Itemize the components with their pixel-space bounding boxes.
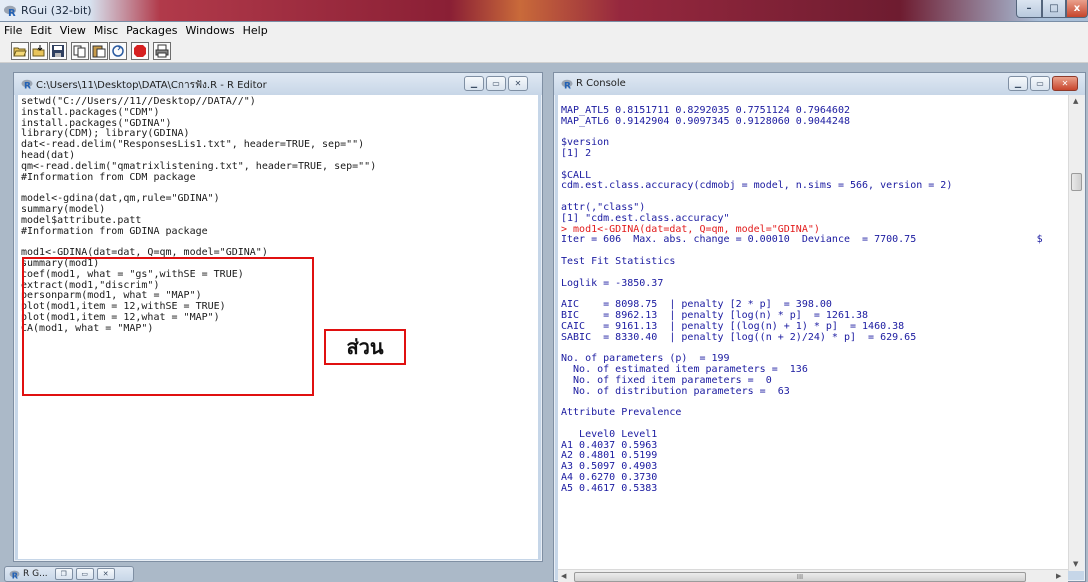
menu-bar: File Edit View Misc Packages Windows Hel…: [0, 22, 1088, 39]
paste-button[interactable]: [90, 41, 108, 60]
r-editor-window: R C:\Users\11\Desktop\DATA\Cการฟัง.R - R…: [13, 72, 543, 562]
save-button[interactable]: [49, 41, 67, 60]
console-line: MAP_ATL6 0.9142904 0.9097345 0.9128060 0…: [561, 115, 850, 127]
console-line: Level0 Level1: [561, 428, 658, 440]
save-icon: [52, 44, 64, 57]
console-line: No. of distribution parameters = 63: [561, 385, 790, 397]
r-logo-icon: R: [4, 5, 16, 17]
console-line: $version: [561, 137, 610, 149]
menu-packages[interactable]: Packages: [126, 24, 177, 37]
title-bar: R RGui (32-bit) – □ x: [0, 0, 1088, 22]
r-editor-window-controls: ▁ ▭ ✕: [464, 76, 528, 91]
paste-icon: [92, 45, 106, 57]
stop-icon: [134, 44, 146, 57]
minimized-window-label: R G...: [23, 569, 48, 579]
menu-help[interactable]: Help: [243, 24, 268, 37]
console-line: cdm.est.class.accuracy(cdmobj = model, n…: [561, 180, 953, 192]
editor-line: #Information from CDM package: [21, 171, 196, 183]
console-vertical-scroll-thumb[interactable]: [1071, 173, 1082, 191]
print-button[interactable]: [153, 41, 171, 60]
console-line: Loglik = -3850.37: [561, 277, 664, 289]
r-console-title: R Console: [576, 78, 626, 89]
close-button[interactable]: x: [1066, 0, 1088, 18]
editor-line: #Information from GDINA package: [21, 225, 208, 237]
editor-minimize-button[interactable]: ▁: [464, 76, 484, 91]
menu-view[interactable]: View: [60, 24, 86, 37]
editor-close-button[interactable]: ✕: [508, 76, 528, 91]
console-line: Test Fit Statistics: [561, 255, 676, 267]
menu-windows[interactable]: Windows: [186, 24, 235, 37]
console-maximize-button[interactable]: ▭: [1030, 76, 1050, 91]
svg-text:R: R: [8, 8, 16, 17]
open-script-icon: [13, 47, 27, 56]
window-title: RGui (32-bit): [21, 4, 92, 17]
console-line: CAIC = 9161.13 | penalty [(log(n) + 1) *…: [561, 320, 905, 332]
minimized-rgui-window[interactable]: R R G... ❐ ▭ ✕: [4, 566, 134, 582]
scroll-right-arrow-icon[interactable]: ▶: [1056, 572, 1061, 580]
menu-file[interactable]: File: [4, 24, 22, 37]
editor-maximize-button[interactable]: ▭: [486, 76, 506, 91]
svg-text:R: R: [564, 82, 571, 90]
minimize-button[interactable]: –: [1016, 0, 1042, 18]
console-close-button[interactable]: ✕: [1052, 76, 1078, 91]
console-vertical-scrollbar[interactable]: ▲ ▼: [1068, 95, 1084, 571]
highlight-box: [22, 257, 314, 396]
annotation-label: ส่วน: [324, 329, 406, 365]
scroll-down-arrow-icon[interactable]: ▼: [1073, 560, 1078, 568]
console-line: MAP_ATL5 0.8151711 0.8292035 0.7751124 0…: [561, 104, 850, 116]
close-button-minimized[interactable]: ✕: [96, 568, 115, 580]
r-console-window-controls: ▁ ▭ ✕: [1008, 76, 1078, 91]
r-editor-titlebar: R C:\Users\11\Desktop\DATA\Cการฟัง.R - R…: [14, 73, 542, 95]
print-icon: [155, 44, 169, 57]
menu-edit[interactable]: Edit: [30, 24, 51, 37]
scroll-left-arrow-icon[interactable]: ◀: [561, 572, 566, 580]
r-logo-icon: R: [9, 570, 20, 579]
maximize-button[interactable]: □: [1042, 0, 1066, 18]
restore-button[interactable]: ❐: [54, 568, 73, 580]
copy-paste-icon: [112, 44, 124, 57]
console-line: [1] 2: [561, 147, 592, 159]
mdi-client-area: R C:\Users\11\Desktop\DATA\Cการฟัง.R - R…: [0, 63, 1088, 582]
editor-line: qm<-read.delim("qmatrixlistening.txt", h…: [21, 160, 377, 172]
menu-misc[interactable]: Misc: [94, 24, 118, 37]
r-console-titlebar: R R Console ▁ ▭ ✕: [554, 73, 1085, 95]
r-logo-icon: R: [561, 79, 573, 89]
console-line: SABIC = 8330.40 | penalty [log((n + 2)/2…: [561, 331, 917, 343]
console-horizontal-scrollbar[interactable]: ◀ III ▶: [558, 569, 1068, 582]
r-logo-icon: R: [21, 79, 33, 89]
load-workspace-icon: [32, 44, 45, 56]
console-minimize-button[interactable]: ▁: [1008, 76, 1028, 91]
maximize-button-minimized[interactable]: ▭: [75, 568, 94, 580]
r-editor-title: C:\Users\11\Desktop\DATA\Cการฟัง.R - R E…: [36, 80, 267, 91]
editor-line: dat<-read.delim("ResponsesLis1.txt", hea…: [21, 139, 365, 151]
copy-button[interactable]: [71, 41, 89, 60]
console-line: A5 0.4617 0.5383: [561, 482, 658, 494]
svg-text:R: R: [24, 82, 31, 90]
console-line: Attribute Prevalence: [561, 407, 682, 419]
console-horizontal-scroll-thumb[interactable]: III: [574, 572, 1026, 582]
console-lines: MAP_ATL5 0.8151711 0.8292035 0.7751124 0…: [561, 95, 1065, 494]
console-line: No. of fixed item parameters = 0: [561, 374, 772, 386]
editor-line: install.packages("CDM"): [21, 106, 160, 118]
stop-button[interactable]: [131, 41, 149, 60]
toolbar: [0, 39, 1088, 63]
svg-text:R: R: [12, 570, 19, 578]
editor-line: model$attribute.patt: [21, 214, 142, 226]
copy-paste-button[interactable]: [109, 41, 127, 60]
console-line: [1] "cdm.est.class.accuracy": [561, 212, 730, 224]
load-workspace-button[interactable]: [30, 41, 48, 60]
r-console-output[interactable]: MAP_ATL5 0.8151711 0.8292035 0.7751124 0…: [558, 95, 1068, 571]
copy-icon: [73, 45, 86, 57]
console-line: Iter = 606 Max. abs. change = 0.00010 De…: [561, 234, 1043, 246]
r-console-window: R R Console ▁ ▭ ✕ MAP_ATL5 0.8151711 0.8…: [553, 72, 1086, 582]
scroll-up-arrow-icon[interactable]: ▲: [1073, 97, 1078, 105]
open-script-button[interactable]: [11, 41, 29, 60]
